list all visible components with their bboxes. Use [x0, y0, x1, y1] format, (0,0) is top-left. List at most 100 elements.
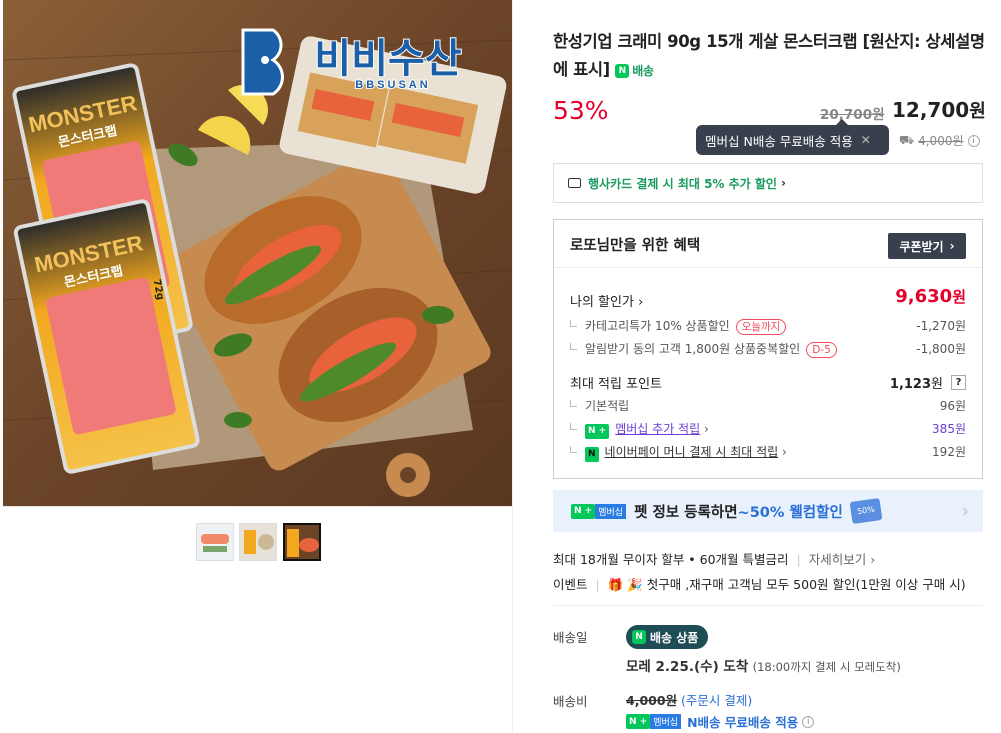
- free-shipping-row: N + 멤버십 N배송 무료배송 적용 i: [626, 712, 815, 731]
- discount-row-value: -1,270원: [916, 319, 966, 333]
- section-divider: [553, 605, 983, 606]
- discount-row-label: 카테고리특가 10% 상품할인: [585, 319, 730, 333]
- info-icon[interactable]: i: [967, 134, 980, 147]
- membership-tag: 멤버십: [650, 714, 682, 729]
- point-row-label: 기본적립: [570, 397, 629, 414]
- divider: |: [796, 552, 801, 567]
- detail-link[interactable]: 자세히보기 ›: [809, 552, 876, 567]
- thumbnail-3-selected[interactable]: [283, 523, 321, 561]
- points-label: 최대 적립 포인트: [570, 377, 662, 392]
- n-delivery-badge: N 배송: [615, 57, 654, 85]
- ship-fee-orig: 4,000원: [626, 693, 678, 708]
- benefit-heading: 로또님만을 위한 혜택: [570, 238, 701, 254]
- coupon-button-label: 쿠폰받기: [899, 239, 944, 254]
- ship-fee-label: 배송비: [553, 694, 588, 709]
- chevron-right-icon: ›: [949, 239, 955, 253]
- help-icon[interactable]: ?: [951, 375, 966, 390]
- close-icon[interactable]: ✕: [861, 133, 871, 147]
- points-unit: 원: [931, 377, 943, 392]
- npay-icon: N: [585, 446, 599, 462]
- arrival-info: 모레 2.25.(수) 도착 (18:00까지 결제 시 모레도착): [626, 655, 901, 675]
- sale-price: 12,700원: [892, 97, 986, 123]
- my-price-unit: 원: [952, 288, 966, 306]
- thumbnail-1[interactable]: [196, 523, 234, 561]
- n-plus-icon: N +: [626, 714, 651, 729]
- product-main-image[interactable]: MONSTER 몬스터크랩 MONSTER 몬스터크랩 72g 비비수산 BBS…: [3, 0, 512, 506]
- arrival-note: (18:00까지 결제 시 모레도착): [752, 660, 901, 674]
- free-shipping-text: N배송 무료배송 적용: [687, 715, 799, 730]
- my-price-label: 나의 할인가: [570, 295, 634, 310]
- points-value: 1,123원 ?: [890, 373, 966, 392]
- card-promo-banner[interactable]: 행사카드 결제 시 최대 5% 추가 할인 ›: [553, 163, 983, 203]
- event-label: 이벤트: [553, 577, 588, 592]
- brand-logo-sub: BBSUSAN: [355, 79, 430, 91]
- n-plus-icon: N +: [571, 503, 596, 519]
- coupon-card-icon: 50%: [849, 498, 883, 524]
- my-price-amount: 9,630: [895, 286, 953, 307]
- benefit-box: 로또님만을 위한 혜택 쿠폰받기 › 나의 할인가 › 9,630원 카테고리특가…: [553, 219, 983, 479]
- n-delivery-label: 배송: [632, 63, 654, 78]
- my-price-row: 나의 할인가 › 9,630원: [570, 286, 966, 310]
- info-icon[interactable]: i: [802, 715, 815, 728]
- discount-row: 알림받기 동의 고객 1,800원 상품중복할인 D-5 -1,800원: [570, 340, 966, 358]
- shipping-fee-hint: ⛟ 4,000원 i: [899, 132, 980, 149]
- event-row: 이벤트 | 🎁 🎉 첫구매 ,재구매 고객님 모두 500원 할인(1만원 이상…: [553, 574, 966, 593]
- thumbnail-2[interactable]: [239, 523, 277, 561]
- tooltip-arrow: [836, 119, 848, 125]
- discount-row: 카테고리특가 10% 상품할인 오늘까지 -1,270원: [570, 317, 966, 335]
- membership-tooltip: 멤버십 N배송 무료배송 적용 ✕: [696, 125, 889, 155]
- detail-link-label: 자세히보기: [808, 552, 867, 567]
- n-plus-icon: N +: [585, 423, 610, 439]
- sale-price-amount: 12,700: [892, 98, 970, 122]
- installment-text: 최대 18개월 무이자 할부 • 60개월 특별금리: [553, 552, 789, 567]
- credit-card-icon: [568, 178, 581, 188]
- coupon-button[interactable]: 쿠폰받기 ›: [888, 233, 966, 259]
- membership-pet-banner[interactable]: N + 멤버십 펫 정보 등록하면 ~50% 웰컴할인 50% ›: [553, 490, 983, 532]
- card-promo-text: 행사카드 결제 시 최대 5% 추가 할인: [588, 176, 777, 191]
- chevron-right-icon: ›: [638, 295, 644, 310]
- points-row: 최대 적립 포인트 1,123원 ?: [570, 373, 966, 392]
- point-row-value: 96원: [939, 399, 966, 413]
- chevron-right-icon: ›: [961, 500, 969, 522]
- my-price-value: 9,630원: [895, 286, 966, 310]
- discount-row-value: -1,800원: [916, 342, 966, 356]
- product-title: 한성기업 크래미 90g 15개 게살 몬스터크랩 [원산지: 상세설명에 표시…: [553, 28, 993, 85]
- n-logo-icon: N: [632, 630, 646, 644]
- banner-text1: 펫 정보 등록하면: [634, 504, 738, 521]
- my-price-link[interactable]: 나의 할인가 ›: [570, 291, 643, 310]
- truck-icon: ⛟: [899, 132, 915, 147]
- point-row: N + 멤버십 추가 적립 › 385원: [570, 420, 966, 439]
- discount-rate: 53%: [553, 96, 609, 125]
- point-row: N 네이버페이 머니 결제 시 최대 적립 › 192원: [570, 443, 966, 462]
- npay-point-link[interactable]: 네이버페이 머니 결제 시 최대 적립: [605, 445, 779, 459]
- discount-tag: D-5: [806, 342, 837, 358]
- point-row-value: 385원: [932, 422, 966, 436]
- badge-label: 배송 상품: [650, 630, 699, 645]
- brand-logo-text: 비비수산: [314, 36, 461, 82]
- discount-row-label: 알림받기 동의 고객 1,800원 상품중복할인: [585, 342, 801, 356]
- point-row: 기본적립 96원: [570, 397, 966, 414]
- point-row-value: 192원: [932, 445, 966, 459]
- n-logo-icon: N: [615, 63, 630, 78]
- ship-orig-price: 4,000원: [918, 134, 964, 148]
- sale-price-unit: 원: [969, 101, 986, 122]
- banner-text2: ~50% 웰컴할인: [737, 504, 843, 521]
- chevron-right-icon: ›: [703, 422, 709, 436]
- panel-divider: [512, 0, 513, 733]
- tooltip-text: 멤버십 N배송 무료배송 적용: [705, 133, 853, 149]
- thumbnail-bar: [3, 506, 512, 733]
- divider: |: [595, 577, 600, 592]
- chevron-right-icon: ›: [780, 176, 786, 190]
- points-amount: 1,123: [889, 377, 932, 392]
- event-text[interactable]: 🎉 첫구매 ,재구매 고객님 모두 500원 할인(1만원 이상 구매 시): [627, 577, 965, 592]
- chevron-right-icon: ›: [782, 445, 787, 459]
- installment-row: 최대 18개월 무이자 할부 • 60개월 특별금리 | 자세히보기 ›: [553, 549, 875, 568]
- membership-point-link[interactable]: 멤버십 추가 적립: [615, 422, 700, 436]
- membership-tag: 멤버십: [595, 503, 627, 519]
- ship-fee-info: 4,000원 (주문시 결제): [626, 690, 752, 709]
- arrival-date: 모레 2.25.(수) 도착: [626, 659, 749, 675]
- ship-fee-note: (주문시 결제): [681, 693, 753, 708]
- n-delivery-product-badge: N 배송 상품: [626, 625, 709, 649]
- discount-tag: 오늘까지: [735, 319, 787, 335]
- ship-date-label: 배송일: [553, 630, 588, 645]
